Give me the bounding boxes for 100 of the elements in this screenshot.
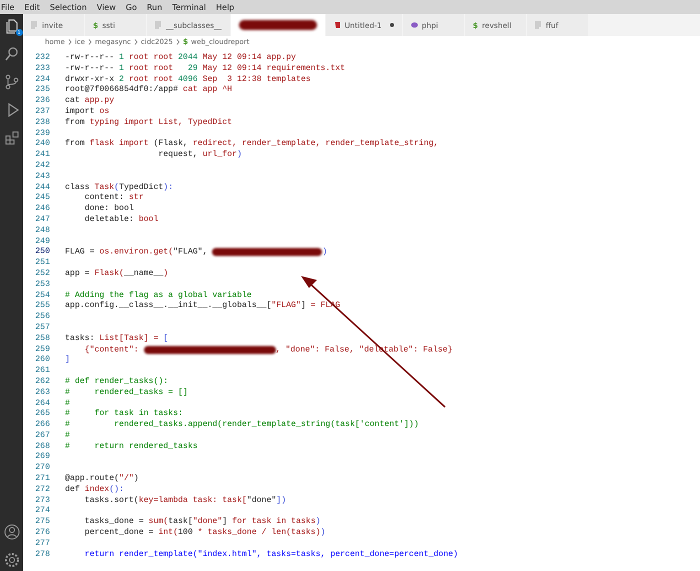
- code-line: from typing import List, TypedDict: [65, 118, 232, 129]
- code-line: request, url_for): [157, 150, 242, 161]
- code-line: def index():: [65, 484, 124, 496]
- menu-item[interactable]: File: [0, 2, 16, 12]
- code-line: # rendered_tasks = []: [65, 388, 188, 398]
- line-number: 235: [34, 85, 51, 96]
- line-number: 248: [34, 226, 51, 237]
- line-number: 234: [34, 74, 51, 86]
- line-number: 251: [34, 258, 51, 269]
- account-icon[interactable]: [4, 524, 20, 540]
- menu-item[interactable]: Help: [215, 2, 236, 12]
- line-number: 258: [34, 334, 51, 345]
- gem-icon: [334, 21, 341, 29]
- line-number: 269: [34, 452, 51, 464]
- line-number: 266: [34, 420, 51, 431]
- code-line: return render_template("index.html", tasks=tasks, percent_done=percent_done): [84, 550, 458, 560]
- line-number: 233: [34, 64, 51, 75]
- file-lines-icon: [155, 21, 162, 29]
- menu-item[interactable]: Go: [124, 2, 138, 12]
- line-number: 239: [34, 128, 51, 140]
- code-line: done: bool: [84, 204, 134, 215]
- line-number: 274: [34, 506, 51, 518]
- menu-item[interactable]: Selection: [48, 2, 88, 12]
- code-line: #: [65, 398, 70, 410]
- line-number: 238: [34, 118, 51, 129]
- line-number: 242: [34, 160, 51, 172]
- code-line: content: str: [84, 193, 144, 204]
- line-number: 256: [34, 312, 51, 323]
- line-number: 273: [34, 496, 51, 506]
- menu-item[interactable]: Edit: [23, 2, 41, 12]
- line-number: 270: [34, 463, 51, 474]
- menu-item[interactable]: View: [96, 2, 117, 12]
- elephant-icon: [410, 21, 418, 29]
- code-line: # rendered_tasks.append(render_template_string(task['content'])): [65, 420, 419, 431]
- code-line: tasks_done = sum(task["done"] for task in tasks): [84, 517, 321, 528]
- line-number: 232: [34, 53, 51, 64]
- code-line: cat app.py: [65, 96, 114, 107]
- line-number: 243: [34, 172, 51, 183]
- code-line: -rw-r--r-- 1 root root 29 May 12 09:14 requirements.txt: [65, 64, 346, 75]
- menu-item[interactable]: Terminal: [171, 2, 207, 12]
- code-line: FLAG = os.environ.get("FLAG", ): [65, 247, 328, 258]
- file-lines-icon: [31, 21, 38, 29]
- chevron-icon: [134, 38, 138, 44]
- editor-tab[interactable]: [230, 14, 326, 36]
- code-line: # for task in tasks:: [65, 409, 183, 420]
- line-number: 261: [34, 366, 51, 377]
- line-number: 263: [34, 388, 51, 398]
- line-number: 276: [34, 528, 51, 539]
- code-line: #: [65, 430, 70, 442]
- line-number: 247: [34, 214, 51, 226]
- code-line: deletable: bool: [84, 214, 158, 226]
- line-number: 277: [34, 538, 51, 550]
- code-line: from flask import (Flask, redirect, render_template, render_template_string,: [65, 139, 438, 150]
- line-number: 271: [34, 474, 51, 485]
- line-number: 244: [34, 182, 51, 194]
- line-number: 246: [34, 204, 51, 215]
- code-line: tasks.sort(key=lambda task: task["done"]): [84, 496, 286, 506]
- line-number: 265: [34, 409, 51, 420]
- line-number: 252: [34, 268, 51, 280]
- line-number: 250: [34, 247, 51, 258]
- code-line: @app.route("/"): [65, 474, 139, 485]
- line-number: 264: [34, 398, 51, 410]
- line-number: 268: [34, 442, 51, 452]
- line-number: 278: [34, 550, 51, 560]
- file-lines-icon: [534, 21, 542, 29]
- line-number: 260: [34, 355, 51, 366]
- branch-icon[interactable]: [4, 74, 20, 90]
- line-number: 275: [34, 517, 51, 528]
- code-line: # return rendered_tasks: [65, 442, 198, 452]
- code-line: tasks: List[Task] = [: [65, 334, 168, 345]
- code-line: percent_done = int(100 * tasks_done / len(tasks)): [84, 528, 326, 539]
- line-number: 236: [34, 96, 51, 107]
- code-line: root@7f0066854df0:/app# cat app ^H: [65, 85, 232, 96]
- code-line: -rw-r--r-- 1 root root 2044 May 12 09:14 app.py: [65, 53, 296, 64]
- line-number: 255: [34, 301, 51, 312]
- extensions-icon[interactable]: [4, 130, 20, 146]
- settings-icon[interactable]: [4, 552, 20, 568]
- line-number: 254: [34, 290, 51, 302]
- files-icon[interactable]: [4, 18, 20, 34]
- code-line: # def render_tasks():: [65, 376, 168, 388]
- line-number: 253: [34, 280, 51, 291]
- chevron-icon: [88, 38, 92, 44]
- line-number: 249: [34, 236, 51, 248]
- code-line: app = Flask(__name__): [65, 268, 168, 280]
- line-number: 272: [34, 484, 51, 496]
- line-number: 245: [34, 193, 51, 204]
- line-number: 237: [34, 106, 51, 118]
- code-line: # Adding the flag as a global variable: [65, 290, 252, 301]
- code-line: import os: [65, 106, 110, 118]
- code-line: drwxr-xr-x 2 root root 4096 Sep 3 12:38 templates: [65, 74, 311, 85]
- menu-item[interactable]: Run: [146, 2, 164, 12]
- unsaved-dot: [390, 23, 394, 27]
- search-icon[interactable]: [4, 46, 20, 62]
- line-number: 259: [34, 344, 51, 356]
- line-number: 267: [34, 430, 51, 442]
- code-line: class Task(TypedDict):: [65, 182, 174, 194]
- code-line: ]: [65, 355, 70, 366]
- line-number: 262: [34, 376, 51, 388]
- chevron-icon: [176, 38, 180, 44]
- line-number: 257: [34, 322, 51, 334]
